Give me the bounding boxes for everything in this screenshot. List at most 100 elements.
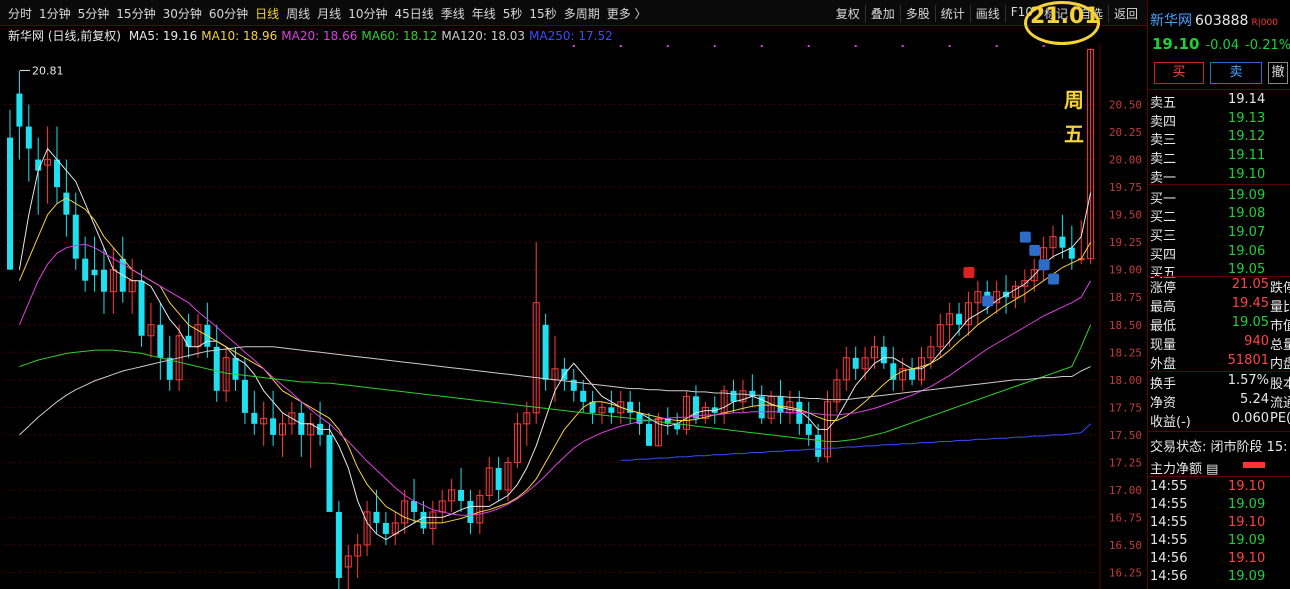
period-tab[interactable]: 15秒 xyxy=(529,5,556,22)
period-tab[interactable]: 1分钟 xyxy=(39,5,71,22)
ask-row[interactable]: 卖三 19.12 xyxy=(1150,129,1290,148)
annotation-weekday-1: 周 xyxy=(1064,88,1084,112)
candle-body xyxy=(909,368,916,380)
stat-value: 940 xyxy=(1244,334,1269,349)
y-tick-label: 20.00 xyxy=(1109,154,1142,167)
tick-price: 19.09 xyxy=(1228,533,1266,548)
candle-body xyxy=(326,434,333,512)
candle-body xyxy=(53,159,60,188)
ask-row[interactable]: 卖一 19.10 xyxy=(1150,167,1290,186)
ma-legend-item: MA10: 18.96 xyxy=(201,29,278,43)
event-marker xyxy=(1042,45,1045,47)
stat-label-2: 市值 xyxy=(1270,319,1290,334)
tool-button[interactable]: 复权 xyxy=(831,5,865,22)
divider xyxy=(1148,89,1290,90)
tool-button[interactable]: 叠加 xyxy=(864,5,900,22)
order-label: 买一 xyxy=(1150,191,1177,207)
trade-buttons: 买 卖 撤 xyxy=(1154,62,1288,84)
y-tick-label: 17.75 xyxy=(1109,401,1142,414)
tool-button[interactable]: 画线 xyxy=(969,5,1005,22)
signal-badge-t xyxy=(1019,231,1031,243)
period-tab[interactable]: 30分钟 xyxy=(163,5,202,22)
tick-row: 14:56 19.09 xyxy=(1150,569,1290,587)
tool-button[interactable]: 返回 xyxy=(1107,5,1143,22)
candle-body xyxy=(852,357,859,369)
candle-body xyxy=(157,324,164,358)
period-tab[interactable]: 5分钟 xyxy=(78,5,110,22)
stat-label-2: 量比 xyxy=(1270,300,1290,315)
period-tab[interactable]: 分时 xyxy=(8,5,32,22)
ask-row[interactable]: 卖四 19.13 xyxy=(1150,111,1290,130)
stat-label-2: PE( xyxy=(1270,411,1290,426)
order-price: 19.06 xyxy=(1228,243,1266,259)
chart-title: 新华网 (日线,前复权) xyxy=(8,29,121,43)
event-marker xyxy=(807,45,810,47)
stat-value: 19.45 xyxy=(1231,296,1269,311)
cancel-button[interactable]: 撤 xyxy=(1268,62,1288,84)
stat-value: 1.57% xyxy=(1227,373,1269,388)
candle-body xyxy=(241,379,248,413)
ask-row[interactable]: 卖五 19.14 xyxy=(1150,92,1290,111)
candle-body xyxy=(185,335,192,347)
candle-body xyxy=(91,269,98,276)
period-tab[interactable]: 日线 xyxy=(255,5,279,22)
candle-body xyxy=(251,412,258,424)
last-price: 19.10 xyxy=(1152,35,1200,53)
order-price: 19.14 xyxy=(1228,92,1266,107)
net-inflow-label[interactable]: 主力净额 ▤ xyxy=(1150,458,1218,477)
period-tab[interactable]: 年线 xyxy=(472,5,496,22)
candle-body xyxy=(420,511,427,529)
period-tab[interactable]: 多周期 xyxy=(564,5,600,22)
stat-row: 涨停 21.05跌停 xyxy=(1150,277,1290,296)
order-label: 卖四 xyxy=(1150,114,1177,130)
candle-body xyxy=(777,396,784,413)
order-label: 买四 xyxy=(1150,247,1177,263)
period-tab[interactable]: 10分钟 xyxy=(348,5,387,22)
divider xyxy=(1148,431,1290,432)
candle-body xyxy=(1059,236,1066,248)
y-tick-label: 17.00 xyxy=(1109,484,1142,497)
ask-row[interactable]: 卖二 19.11 xyxy=(1150,148,1290,167)
candle-body xyxy=(411,500,418,512)
tick-time: 14:55 xyxy=(1150,479,1188,494)
ma-legend-item: MA250: 17.52 xyxy=(529,29,613,43)
candle-body xyxy=(16,93,23,127)
period-tab[interactable]: 5秒 xyxy=(503,5,523,22)
period-tab[interactable]: 季线 xyxy=(441,5,465,22)
tool-button[interactable]: 多股 xyxy=(899,5,935,22)
bid-row[interactable]: 买三 19.07 xyxy=(1150,225,1290,244)
sell-button[interactable]: 卖 xyxy=(1210,62,1262,84)
order-label: 卖二 xyxy=(1150,152,1177,168)
signal-badge-b xyxy=(963,267,975,279)
bid-row[interactable]: 买二 19.08 xyxy=(1150,206,1290,225)
y-tick-label: 18.25 xyxy=(1109,346,1142,359)
candlestick-chart[interactable]: 16.25 16.50 16.75 17.00 17.25 17.50 17.75 18.00… xyxy=(0,44,1147,589)
high-marker-label: 20.81 xyxy=(32,64,64,77)
bid-row[interactable]: 买四 19.06 xyxy=(1150,244,1290,263)
event-marker xyxy=(995,45,998,47)
candle-body xyxy=(382,522,389,534)
period-tab[interactable]: 60分钟 xyxy=(209,5,248,22)
candle-body xyxy=(138,280,145,336)
tool-button[interactable]: 统计 xyxy=(934,5,970,22)
stat-label: 收益(-) xyxy=(1150,415,1191,430)
buy-button[interactable]: 买 xyxy=(1154,62,1204,84)
candle-body xyxy=(335,511,342,578)
stat-value: 19.05 xyxy=(1231,315,1269,330)
period-tab[interactable]: 15分钟 xyxy=(116,5,155,22)
stock-name[interactable]: 新华网 xyxy=(1150,13,1192,29)
tick-price: 19.10 xyxy=(1228,479,1266,494)
bid-row[interactable]: 买一 19.09 xyxy=(1150,188,1290,207)
signal-badge-t xyxy=(982,295,994,307)
order-price: 19.09 xyxy=(1228,187,1266,203)
candle-body xyxy=(166,357,173,380)
event-marker xyxy=(854,45,857,47)
period-tab[interactable]: 更多 〉 xyxy=(607,5,647,22)
period-tab[interactable]: 45日线 xyxy=(394,5,433,22)
candle-body xyxy=(580,390,587,402)
period-tab[interactable]: 周线 xyxy=(286,5,310,22)
candle-body xyxy=(692,396,699,419)
candle-body xyxy=(82,258,89,281)
order-price: 19.10 xyxy=(1228,166,1266,182)
period-tab[interactable]: 月线 xyxy=(317,5,341,22)
